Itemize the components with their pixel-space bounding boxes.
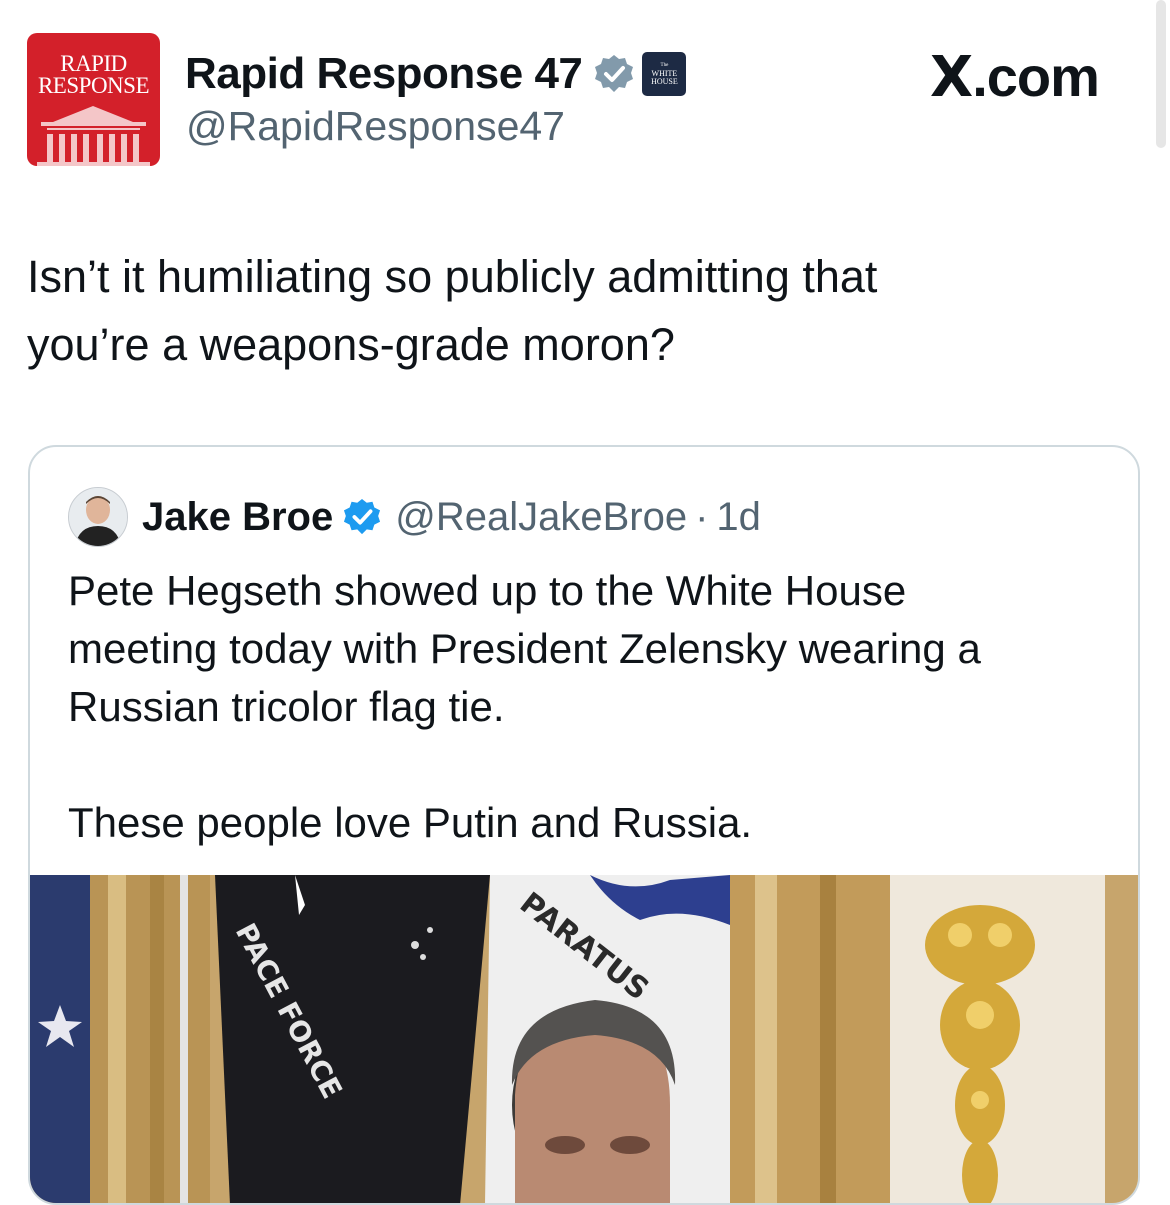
author-handle[interactable]: @RapidResponse47	[186, 103, 565, 150]
white-house-affiliation-badge[interactable]: The WHITE HOUSE	[642, 52, 687, 96]
author-display-name[interactable]: Rapid Response 47	[185, 49, 583, 99]
tweet-text: Isn’t it humiliating so publicly admitti…	[27, 243, 1127, 379]
profile-avatar[interactable]: RAPID RESPONSE	[27, 33, 160, 166]
quoted-paragraph-1: Pete Hegseth showed up to the White Hous…	[68, 562, 1108, 736]
quoted-tweet-photo[interactable]: PACE FORCE PARATUS	[30, 875, 1138, 1203]
brand-suffix: .com	[972, 45, 1100, 108]
author-name-row: Rapid Response 47 The WHITE HOUSE	[185, 48, 687, 100]
quoted-paragraph-2: These people love Putin and Russia.	[68, 799, 753, 846]
scrollbar[interactable]	[1156, 0, 1166, 148]
blue-verified-badge-icon	[344, 498, 381, 535]
badge-line3: HOUSE	[651, 77, 678, 86]
quoted-tweet-header: Jake Broe @RealJakeBroe · 1d	[68, 487, 761, 547]
quoted-tweet-text: Pete Hegseth showed up to the White Hous…	[68, 562, 1108, 852]
quoted-tweet-card[interactable]: Jake Broe @RealJakeBroe · 1d Pete Hegset…	[28, 445, 1140, 1205]
quoted-line2: meeting today with President Zelensky we…	[68, 625, 981, 672]
quoted-author-name[interactable]: Jake Broe	[142, 495, 333, 540]
quoted-tweet-timestamp[interactable]: 1d	[716, 495, 761, 540]
separator-dot: ·	[695, 494, 709, 539]
person-avatar-icon	[69, 488, 127, 546]
quoted-line1: Pete Hegseth showed up to the White Hous…	[68, 567, 907, 614]
gray-verified-badge-icon[interactable]	[594, 54, 634, 94]
quoted-author-avatar[interactable]	[68, 487, 128, 547]
tweet-text-line2: you’re a weapons-grade moron?	[27, 319, 675, 370]
tweet-text-line1: Isn’t it humiliating so publicly admitti…	[27, 251, 878, 302]
x-logo-letter: X	[930, 45, 973, 110]
quoted-line3: Russian tricolor flag tie.	[68, 683, 505, 730]
photo-illustration: PACE FORCE PARATUS	[30, 875, 1138, 1203]
quoted-author-handle[interactable]: @RealJakeBroe	[395, 495, 687, 540]
avatar-text-line1: RAPID	[60, 51, 127, 76]
x-com-logo: X.com	[930, 44, 1100, 110]
avatar-text-line2: RESPONSE	[37, 73, 150, 98]
white-house-icon	[37, 106, 150, 166]
